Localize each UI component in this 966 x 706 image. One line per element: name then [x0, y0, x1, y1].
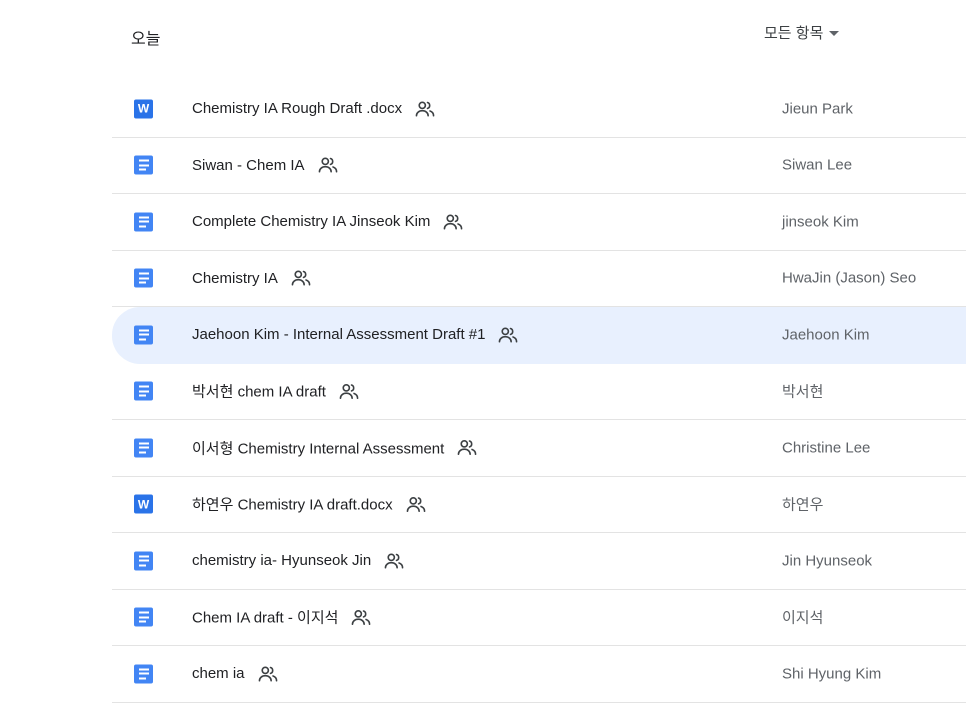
file-row[interactable]: 박서현 chem IA draft 박서현 [112, 364, 966, 420]
file-list: W Chemistry IA Rough Draft .docx Jieun Par… [112, 81, 966, 703]
file-name-text: chemistry ia- Hyunseok Jin [192, 552, 372, 570]
shared-people-icon [456, 439, 478, 457]
shared-people-icon [317, 156, 339, 174]
file-name[interactable]: 박서현 chem IA draft [192, 381, 360, 402]
drive-file-list-page: 오늘 모든 항목 W Chemistry IA Rough Draft .docx… [0, 0, 966, 706]
section-title-today: 오늘 [131, 31, 161, 48]
file-name-text: 하연우 Chemistry IA draft.docx [192, 496, 393, 514]
shared-people-icon [350, 608, 372, 626]
file-owner: Jaehoon Kim [782, 326, 870, 344]
shared-people-icon [338, 382, 360, 400]
file-owner: Jin Hyunseok [782, 552, 873, 570]
file-name[interactable]: Chem IA draft - 이지석 [192, 607, 372, 628]
file-owner: 박서현 [782, 383, 824, 401]
file-owner: jinseok Kim [782, 213, 859, 231]
file-name[interactable]: chem ia [192, 665, 279, 683]
google-docs-icon [134, 325, 153, 345]
file-name[interactable]: Siwan - Chem IA [192, 156, 339, 174]
file-owner: 이지석 [782, 609, 824, 627]
file-row[interactable]: W Chemistry IA Rough Draft .docx Jieun Par… [112, 81, 966, 138]
file-row[interactable]: Complete Chemistry IA Jinseok Kim jinseok… [112, 194, 966, 251]
shared-people-icon [257, 665, 279, 683]
file-name-text: Siwan - Chem IA [192, 156, 305, 174]
file-name-text: 박서현 chem IA draft [192, 383, 326, 401]
shared-people-icon [497, 326, 519, 344]
shared-people-icon [405, 495, 427, 513]
google-docs-icon [134, 155, 153, 175]
file-name[interactable]: 하연우 Chemistry IA draft.docx [192, 494, 427, 515]
shared-people-icon [383, 552, 405, 570]
file-row[interactable]: chemistry ia- Hyunseok Jin Jin Hyunseok [112, 533, 966, 590]
google-docs-icon [134, 664, 153, 684]
file-row[interactable]: W 하연우 Chemistry IA draft.docx 하연우 [112, 477, 966, 533]
word-letter: W [137, 101, 150, 116]
file-name-text: Complete Chemistry IA Jinseok Kim [192, 213, 431, 231]
shared-people-icon [442, 213, 464, 231]
file-name-text: Chemistry IA [192, 269, 278, 287]
file-name[interactable]: Jaehoon Kim - Internal Assessment Draft … [192, 326, 519, 344]
file-name-text: 이서형 Chemistry Internal Assessment [192, 440, 445, 458]
file-name[interactable]: Chemistry IA Rough Draft .docx [192, 100, 436, 118]
file-row[interactable]: Jaehoon Kim - Internal Assessment Draft … [112, 307, 966, 364]
file-row[interactable]: 이서형 Chemistry Internal Assessment Christi… [112, 420, 966, 477]
file-row[interactable]: Siwan - Chem IA Siwan Lee [112, 138, 966, 194]
file-owner: Christine Lee [782, 439, 871, 457]
shared-people-icon [414, 100, 436, 118]
file-name-text: Chemistry IA Rough Draft .docx [192, 100, 403, 118]
file-name[interactable]: chemistry ia- Hyunseok Jin [192, 552, 405, 570]
file-name[interactable]: 이서형 Chemistry Internal Assessment [192, 437, 478, 458]
file-owner: 하연우 [782, 496, 824, 514]
file-row[interactable]: Chem IA draft - 이지석 이지석 [112, 590, 966, 646]
google-docs-icon [134, 551, 153, 571]
word-doc-icon: W [134, 99, 153, 119]
file-name-text: Jaehoon Kim - Internal Assessment Draft … [192, 326, 486, 344]
google-docs-icon [134, 212, 153, 232]
file-owner: HwaJin (Jason) Seo [782, 269, 917, 287]
file-owner: Jieun Park [782, 100, 853, 118]
shared-people-icon [290, 269, 312, 287]
google-docs-icon [134, 381, 153, 401]
google-docs-icon [134, 268, 153, 288]
file-name-text: Chem IA draft - 이지석 [192, 609, 339, 627]
google-docs-icon [134, 607, 153, 627]
all-items-filter-dropdown[interactable]: 모든 항목 [764, 22, 840, 43]
file-name[interactable]: Chemistry IA [192, 269, 312, 287]
google-docs-icon [134, 438, 153, 458]
caret-down-icon [829, 31, 840, 36]
filter-label: 모든 항목 [764, 25, 824, 42]
file-name-text: chem ia [192, 665, 245, 683]
file-owner: Shi Hyung Kim [782, 665, 882, 683]
word-doc-icon: W [134, 494, 153, 514]
file-row[interactable]: Chemistry IA HwaJin (Jason) Seo [112, 251, 966, 307]
file-name[interactable]: Complete Chemistry IA Jinseok Kim [192, 213, 464, 231]
file-row[interactable]: chem ia Shi Hyung Kim [112, 646, 966, 703]
file-owner: Siwan Lee [782, 156, 853, 174]
word-letter: W [137, 497, 150, 512]
section-header: 오늘 모든 항목 [0, 0, 966, 80]
